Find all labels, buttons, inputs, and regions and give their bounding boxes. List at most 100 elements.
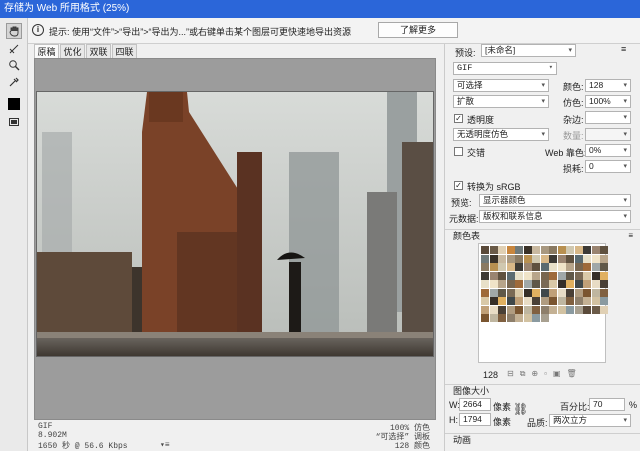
color-swatch[interactable]: [540, 314, 549, 322]
color-swatch[interactable]: [540, 263, 549, 271]
color-swatch[interactable]: [557, 246, 566, 254]
color-swatch[interactable]: [523, 305, 532, 314]
color-swatch[interactable]: [523, 263, 532, 271]
eyedropper-tool-icon[interactable]: [6, 74, 22, 90]
color-reduction-select[interactable]: 可选择 ▾: [453, 79, 549, 92]
transparency-dither-select[interactable]: 无透明度仿色 ▾: [453, 128, 549, 141]
web-snap-select[interactable]: 0% ▾: [585, 144, 631, 157]
color-swatch[interactable]: [515, 254, 523, 263]
tab-2-up[interactable]: 双联: [86, 44, 111, 58]
color-swatch[interactable]: [532, 263, 540, 271]
color-swatch[interactable]: [549, 254, 557, 263]
download-speed-menu-icon[interactable]: ▾≡: [160, 440, 200, 450]
color-swatch[interactable]: [600, 263, 608, 271]
color-swatch[interactable]: [481, 271, 489, 280]
color-swatch[interactable]: [540, 280, 549, 288]
color-swatch[interactable]: [506, 297, 515, 305]
color-swatch[interactable]: [489, 263, 498, 271]
color-swatch[interactable]: [583, 263, 591, 271]
color-swatch[interactable]: [540, 288, 549, 297]
color-swatch[interactable]: [600, 305, 608, 314]
color-swatch[interactable]: [506, 263, 515, 271]
color-swatch[interactable]: [532, 254, 540, 263]
color-swatch[interactable]: [481, 254, 489, 263]
hand-tool-icon[interactable]: [6, 23, 22, 39]
metadata-select[interactable]: 版权和联系信息 ▾: [479, 210, 631, 223]
color-swatch[interactable]: [583, 271, 591, 280]
color-swatch[interactable]: [532, 297, 540, 305]
color-swatch[interactable]: [515, 314, 523, 322]
color-swatch[interactable]: [566, 271, 574, 280]
color-swatch[interactable]: [506, 280, 515, 288]
color-swatch[interactable]: [583, 305, 591, 314]
color-swatch[interactable]: [515, 271, 523, 280]
color-swatch[interactable]: [557, 263, 566, 271]
slice-select-tool-icon[interactable]: [6, 41, 22, 57]
color-swatch[interactable]: [540, 254, 549, 263]
format-select[interactable]: GIF ▾: [453, 62, 557, 75]
color-swatch[interactable]: [506, 271, 515, 280]
color-table-tools[interactable]: ⊟⧉⊕▫▣🗑: [507, 369, 607, 379]
color-swatch[interactable]: [523, 254, 532, 263]
color-swatch[interactable]: [481, 314, 489, 322]
color-swatch[interactable]: [489, 280, 498, 288]
transparency-checkbox[interactable]: ✓: [454, 114, 463, 123]
color-swatch[interactable]: [498, 297, 506, 305]
color-swatch[interactable]: [600, 280, 608, 288]
color-swatch[interactable]: [532, 271, 540, 280]
color-swatch[interactable]: [481, 288, 489, 297]
color-swatch[interactable]: [583, 254, 591, 263]
tab-original[interactable]: 原稿: [34, 44, 59, 58]
color-swatch[interactable]: [498, 263, 506, 271]
color-swatch[interactable]: [523, 246, 532, 254]
color-swatch[interactable]: [557, 254, 566, 263]
colors-select[interactable]: 128 ▾: [585, 79, 631, 92]
color-table-grid[interactable]: [478, 243, 608, 363]
color-swatch[interactable]: [506, 288, 515, 297]
color-swatch[interactable]: [515, 280, 523, 288]
color-swatch[interactable]: [600, 288, 608, 297]
matte-select[interactable]: ▾: [585, 111, 631, 124]
learn-more-button[interactable]: 了解更多: [378, 22, 458, 38]
height-input[interactable]: 1794: [459, 413, 491, 426]
color-swatch[interactable]: [532, 314, 540, 322]
color-swatch[interactable]: [600, 297, 608, 305]
color-swatch[interactable]: [583, 246, 591, 254]
color-swatch[interactable]: [498, 314, 506, 322]
quality-select[interactable]: 两次立方 ▾: [549, 414, 631, 427]
color-swatch[interactable]: [574, 280, 583, 288]
color-swatch[interactable]: [498, 288, 506, 297]
interlaced-checkbox[interactable]: [454, 147, 463, 156]
color-swatch[interactable]: [515, 288, 523, 297]
color-swatch[interactable]: [498, 271, 506, 280]
tab-4-up[interactable]: 四联: [112, 44, 137, 58]
color-swatch[interactable]: [557, 271, 566, 280]
color-swatch[interactable]: [549, 297, 557, 305]
color-swatch[interactable]: [557, 297, 566, 305]
color-swatch[interactable]: [489, 246, 498, 254]
zoom-tool-icon[interactable]: [6, 57, 22, 73]
color-swatch[interactable]: [549, 246, 557, 254]
color-swatch[interactable]: [574, 305, 583, 314]
color-swatch[interactable]: [532, 280, 540, 288]
color-swatch[interactable]: [591, 297, 600, 305]
color-swatch[interactable]: [600, 271, 608, 280]
color-swatch[interactable]: [557, 280, 566, 288]
color-swatch[interactable]: [489, 271, 498, 280]
color-swatch[interactable]: [591, 305, 600, 314]
color-swatch[interactable]: [583, 288, 591, 297]
color-swatch[interactable]: [540, 271, 549, 280]
color-swatch[interactable]: [600, 246, 608, 254]
color-swatch[interactable]: [574, 254, 583, 263]
convert-srgb-checkbox[interactable]: ✓: [454, 181, 463, 190]
color-swatch[interactable]: [515, 305, 523, 314]
color-swatch[interactable]: [574, 297, 583, 305]
color-swatch[interactable]: [489, 254, 498, 263]
color-swatch[interactable]: [591, 288, 600, 297]
preview-select[interactable]: 显示器颜色 ▾: [479, 194, 631, 207]
color-swatch[interactable]: [481, 263, 489, 271]
color-swatch[interactable]: [549, 288, 557, 297]
color-swatch[interactable]: [532, 305, 540, 314]
color-swatch[interactable]: [506, 246, 515, 254]
color-swatch[interactable]: [515, 263, 523, 271]
